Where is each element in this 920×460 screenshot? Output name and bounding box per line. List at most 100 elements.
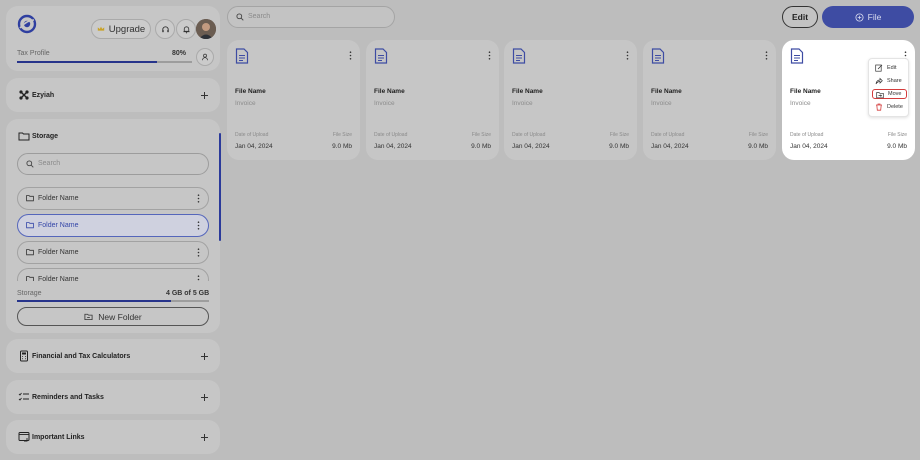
search-icon xyxy=(236,13,244,21)
file-type: Invoice xyxy=(790,100,811,107)
more-options-icon[interactable] xyxy=(197,275,200,281)
reminders-label: Reminders and Tasks xyxy=(32,394,104,401)
folder-item[interactable]: Folder Name xyxy=(17,187,209,210)
upload-date-label: Date of Upload xyxy=(790,132,824,138)
document-icon xyxy=(651,48,665,64)
file-size-label: File Size xyxy=(332,132,352,138)
storage-usage-value: 4 GB of 5 GB xyxy=(166,290,210,297)
menu-item-label: Move xyxy=(888,91,902,97)
menu-item-edit[interactable]: Edit xyxy=(872,63,907,73)
files-search-placeholder: Search xyxy=(248,13,271,20)
upload-date-value: Jan 04, 2024 xyxy=(235,143,273,150)
calculator-icon xyxy=(18,350,30,362)
share-icon xyxy=(875,77,883,85)
edit-icon xyxy=(875,64,883,72)
document-icon xyxy=(512,48,526,64)
menu-item-move[interactable]: Move xyxy=(872,89,907,99)
folder-name: Folder Name xyxy=(38,249,79,256)
headset-icon xyxy=(161,25,170,34)
folder-item[interactable]: Folder Name xyxy=(17,214,209,237)
folder-name: Folder Name xyxy=(38,222,79,229)
files-search-input[interactable]: Search xyxy=(227,6,395,28)
bell-icon xyxy=(182,25,191,34)
document-icon xyxy=(235,48,249,64)
more-options-icon[interactable] xyxy=(765,51,768,60)
more-options-icon[interactable] xyxy=(626,51,629,60)
ezyiah-section[interactable]: Ezyiah xyxy=(6,78,220,112)
upgrade-button[interactable]: Upgrade xyxy=(91,19,151,39)
folder-plus-icon xyxy=(84,312,93,321)
file-name: File Name xyxy=(235,88,266,95)
tax-profile-label: Tax Profile xyxy=(17,50,50,57)
upload-date-label: Date of Upload xyxy=(374,132,408,138)
folder-name: Folder Name xyxy=(38,276,79,281)
header-panel: Upgrade Tax Profile 80% xyxy=(6,6,220,71)
file-name: File Name xyxy=(651,88,682,95)
browser-link-icon xyxy=(18,431,30,443)
tax-profile-user-button[interactable] xyxy=(196,48,214,66)
file-size-value: 9.0 Mb xyxy=(609,143,629,150)
file-type: Invoice xyxy=(512,100,533,107)
trash-icon xyxy=(875,103,883,111)
file-size-value: 9.0 Mb xyxy=(332,143,352,150)
menu-item-share[interactable]: Share xyxy=(872,76,907,86)
storage-search-input[interactable]: Search xyxy=(17,153,209,175)
file-name: File Name xyxy=(374,88,405,95)
expand-plus-icon[interactable] xyxy=(200,352,209,361)
storage-usage-progress xyxy=(17,300,209,302)
folder-item[interactable]: Folder Name xyxy=(17,268,209,281)
menu-item-label: Share xyxy=(887,78,902,84)
storage-search-placeholder: Search xyxy=(38,160,61,167)
more-options-icon[interactable] xyxy=(197,221,200,230)
crown-icon xyxy=(97,25,105,33)
file-card[interactable]: File Name Invoice Date of Upload File Size J… xyxy=(227,40,360,160)
support-headset-button[interactable] xyxy=(155,19,175,39)
file-card[interactable]: File Name Invoice Date of Upload File Size J… xyxy=(366,40,499,160)
storage-title: Storage xyxy=(32,133,59,140)
expand-plus-icon[interactable] xyxy=(200,433,209,442)
add-file-button[interactable]: File xyxy=(822,6,914,28)
menu-item-label: Delete xyxy=(887,104,903,110)
storage-section: Storage Search Folder Name Folder Name Fol… xyxy=(6,119,221,333)
calculators-section[interactable]: Financial and Tax Calculators xyxy=(6,339,220,373)
file-type: Invoice xyxy=(374,100,395,107)
more-options-icon[interactable] xyxy=(488,51,491,60)
expand-plus-icon[interactable] xyxy=(200,393,209,402)
upload-date-value: Jan 04, 2024 xyxy=(374,143,412,150)
user-avatar[interactable] xyxy=(196,19,216,39)
ezyiah-logo-icon xyxy=(18,89,30,101)
app-logo-icon[interactable] xyxy=(17,14,37,34)
upload-date-value: Jan 04, 2024 xyxy=(790,143,828,150)
reminders-section[interactable]: Reminders and Tasks xyxy=(6,380,220,414)
calculators-label: Financial and Tax Calculators xyxy=(32,353,131,360)
file-type: Invoice xyxy=(235,100,256,107)
more-options-icon[interactable] xyxy=(197,248,200,257)
folder-list: Folder Name Folder Name Folder Name Folder … xyxy=(17,187,209,281)
menu-item-delete[interactable]: Delete xyxy=(872,102,907,112)
file-type: Invoice xyxy=(651,100,672,107)
expand-plus-icon[interactable] xyxy=(200,91,209,100)
menu-item-label: Edit xyxy=(887,65,897,71)
file-card[interactable]: File Name Invoice Date of Upload File Size J… xyxy=(643,40,776,160)
file-size-label: File Size xyxy=(748,132,768,138)
more-options-icon[interactable] xyxy=(349,51,352,60)
new-folder-button[interactable]: New Folder xyxy=(17,307,209,326)
more-options-icon[interactable] xyxy=(197,194,200,203)
user-icon xyxy=(201,53,209,61)
upload-date-label: Date of Upload xyxy=(512,132,546,138)
links-section[interactable]: Important Links xyxy=(6,420,220,454)
move-folder-icon xyxy=(876,91,884,99)
edit-button[interactable]: Edit xyxy=(782,6,818,28)
folder-icon xyxy=(26,248,34,256)
file-size-label: File Size xyxy=(609,132,629,138)
folder-name: Folder Name xyxy=(38,195,79,202)
file-size-value: 9.0 Mb xyxy=(748,143,768,150)
file-name: File Name xyxy=(512,88,543,95)
storage-scrollbar[interactable] xyxy=(219,133,221,241)
folder-item[interactable]: Folder Name xyxy=(17,241,209,264)
file-card[interactable]: File Name Invoice Date of Upload File Size J… xyxy=(504,40,637,160)
document-icon xyxy=(790,48,804,64)
tax-profile-progress-fill xyxy=(17,61,157,63)
upload-date-value: Jan 04, 2024 xyxy=(651,143,689,150)
notifications-button[interactable] xyxy=(176,19,196,39)
